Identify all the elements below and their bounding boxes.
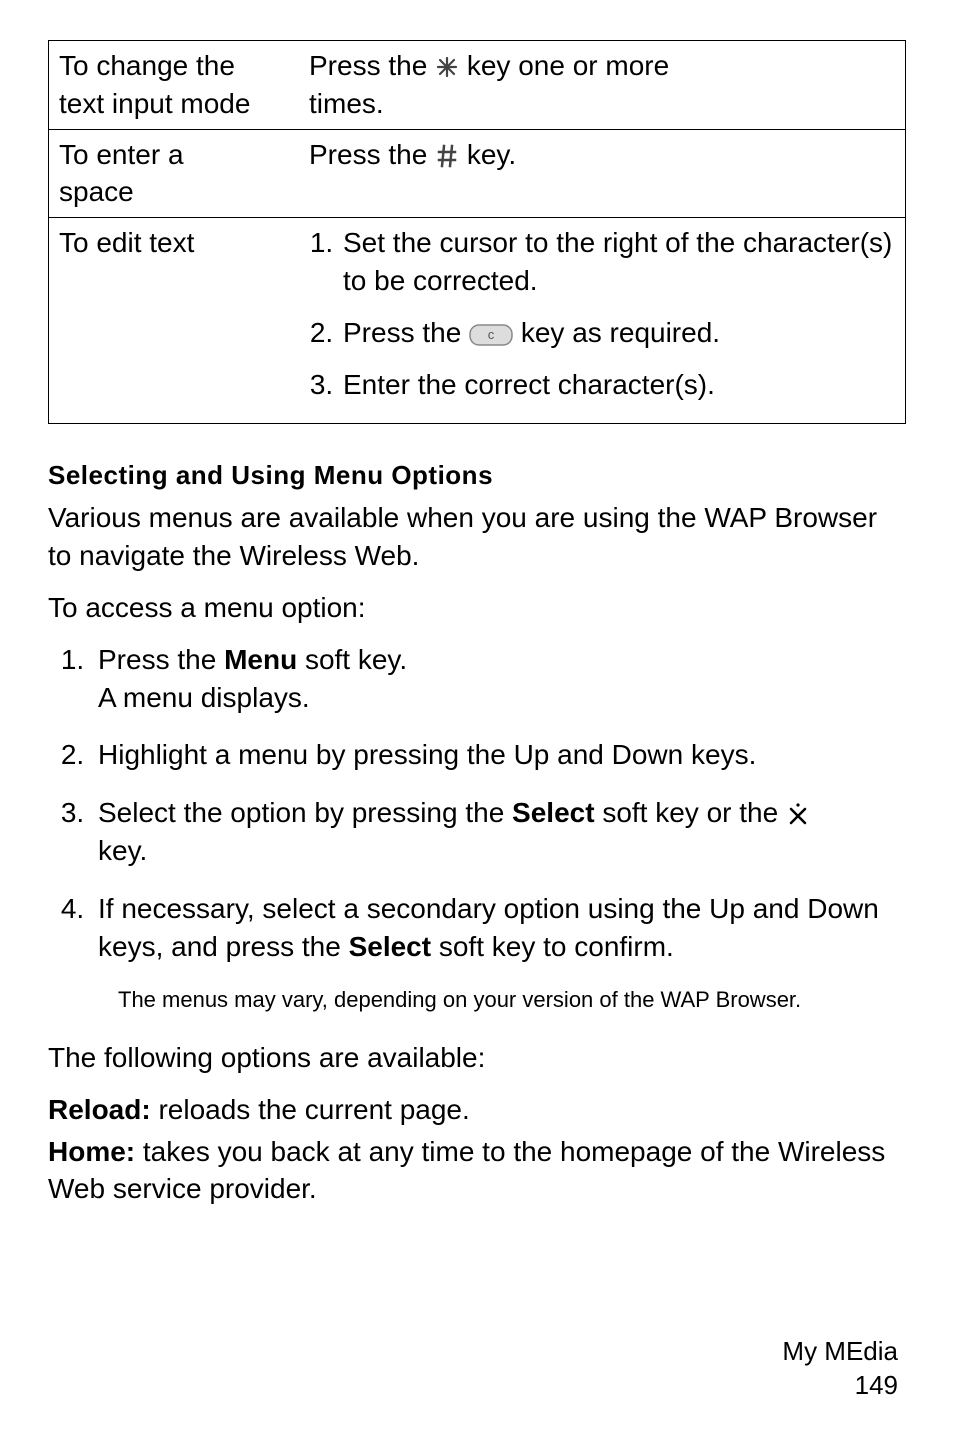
- main-steps-list: Press the Menu soft key. A menu displays…: [48, 641, 906, 966]
- svg-text:c: c: [488, 327, 495, 342]
- right-pre: Press the: [309, 139, 435, 170]
- note-text: The menus may vary, depending on your ve…: [118, 985, 906, 1015]
- right-mid: key.: [459, 139, 516, 170]
- option-bold: Reload:: [48, 1094, 151, 1125]
- left-text-1: To change the: [59, 50, 235, 81]
- table-right-cell: Press the key one or more times.: [299, 41, 906, 130]
- step-bold: Select: [349, 931, 432, 962]
- step-post: soft key or the: [595, 797, 786, 828]
- option-text: reloads the current page.: [151, 1094, 470, 1125]
- step-pre: Press the: [343, 317, 469, 348]
- footer-title: My MEdia: [782, 1336, 898, 1366]
- step-pre: Select the option by pressing the: [98, 797, 512, 828]
- step-text: Enter the correct character(s).: [343, 369, 715, 400]
- hash-icon: [435, 144, 459, 168]
- left-text-2: text input mode: [59, 88, 250, 119]
- option-line: Reload: reloads the current page.: [48, 1091, 906, 1129]
- available-intro: The following options are available:: [48, 1039, 906, 1077]
- left-text-1: To enter a: [59, 139, 184, 170]
- option-line: Home: takes you back at any time to the …: [48, 1133, 906, 1209]
- left-text-1: To edit text: [59, 227, 194, 258]
- inner-steps-list: Set the cursor to the right of the chara…: [309, 224, 895, 403]
- right-post: times.: [309, 88, 384, 119]
- intro-text-2: To access a menu option:: [48, 589, 906, 627]
- page-footer: My MEdia 149: [782, 1335, 898, 1403]
- step-line2: key.: [98, 835, 147, 866]
- step-bold: Select: [512, 797, 595, 828]
- main-step: Highlight a menu by pressing the Up and …: [92, 736, 906, 774]
- step-post: soft key.: [297, 644, 407, 675]
- right-mid: key one or more: [459, 50, 669, 81]
- step-pre: Press the: [98, 644, 224, 675]
- main-step: If necessary, select a secondary option …: [92, 890, 906, 966]
- inner-step: Press the c key as required.: [341, 314, 895, 352]
- left-text-2: space: [59, 176, 134, 207]
- main-step: Select the option by pressing the Select…: [92, 794, 906, 870]
- step-bold: Menu: [224, 644, 297, 675]
- option-bold: Home:: [48, 1136, 135, 1167]
- x-icon: [786, 802, 810, 826]
- intro-text-1: Various menus are available when you are…: [48, 499, 906, 575]
- right-pre: Press the: [309, 50, 435, 81]
- step-post: soft key to confirm.: [431, 931, 674, 962]
- step-pre: Highlight a menu by pressing the Up and …: [98, 739, 756, 770]
- step-text: Set the cursor to the right of the chara…: [343, 227, 892, 296]
- table-left-cell: To change the text input mode: [49, 41, 300, 130]
- table-row: To enter a space Press the key.: [49, 129, 906, 218]
- table-left-cell: To enter a space: [49, 129, 300, 218]
- table-row: To change the text input mode Press the …: [49, 41, 906, 130]
- table-right-cell: Press the key.: [299, 129, 906, 218]
- table-right-cell: Set the cursor to the right of the chara…: [299, 218, 906, 424]
- inner-step: Set the cursor to the right of the chara…: [341, 224, 895, 300]
- step-line2: A menu displays.: [98, 682, 310, 713]
- star-icon: [435, 55, 459, 79]
- main-step: Press the Menu soft key. A menu displays…: [92, 641, 906, 717]
- table-left-cell: To edit text: [49, 218, 300, 424]
- footer-page-number: 149: [855, 1370, 898, 1400]
- step-post: key as required.: [513, 317, 720, 348]
- inner-step: Enter the correct character(s).: [341, 366, 895, 404]
- table-row: To edit text Set the cursor to the right…: [49, 218, 906, 424]
- section-heading: Selecting and Using Menu Options: [48, 460, 906, 491]
- c-key-icon: c: [469, 324, 513, 346]
- option-text: takes you back at any time to the homepa…: [48, 1136, 885, 1205]
- instruction-table: To change the text input mode Press the …: [48, 40, 906, 424]
